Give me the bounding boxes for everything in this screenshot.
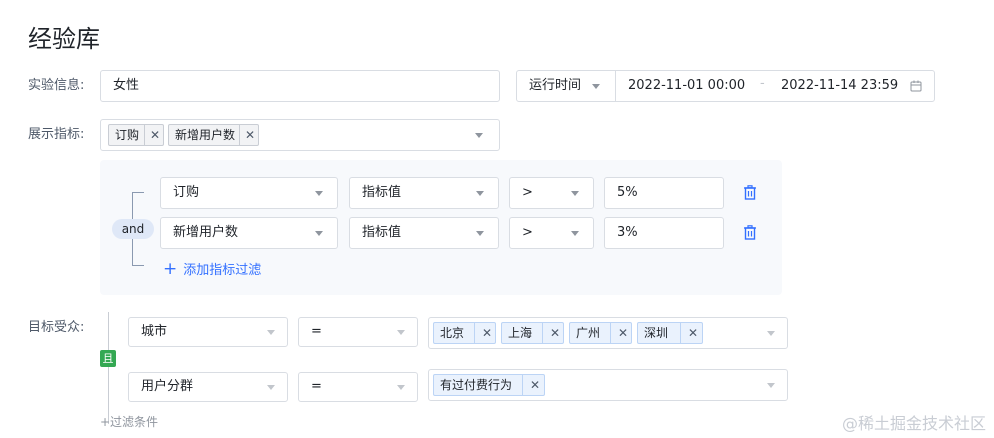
watermark: @稀土掘金技术社区 [841,414,986,433]
filter-type-select[interactable]: 指标值 [349,217,499,249]
audience-tag: 深圳 ✕ [637,322,703,344]
calendar-icon[interactable] [910,80,922,92]
chevron-down-icon [767,331,775,336]
close-icon[interactable]: ✕ [150,125,160,145]
chevron-down-icon [476,231,484,236]
chevron-down-icon [397,385,405,390]
plus-icon: + [163,259,178,279]
audience-tag: 上海 ✕ [501,322,564,344]
audience-field-select[interactable]: 用户分群 [128,372,288,402]
filter-metric-select[interactable]: 新增用户数 [160,217,338,249]
add-metric-filter-button[interactable]: + 添加指标过滤 [163,259,261,281]
metric-tag: 新增用户数 ✕ [168,124,259,146]
close-icon[interactable]: ✕ [530,375,540,395]
filter-operator-select[interactable]: > [509,177,594,209]
audience-tag: 广州 ✕ [569,322,632,344]
filter-operator-select[interactable]: > [509,217,594,249]
filter-value-input[interactable]: 5% [604,177,724,209]
chevron-down-icon [571,191,579,196]
audience-logic-line [108,312,109,424]
filter-value-input[interactable]: 3% [604,217,724,249]
close-icon[interactable]: ✕ [550,323,560,343]
add-condition-button[interactable]: +过滤条件 [100,413,158,431]
trash-icon[interactable] [743,225,757,240]
experiment-name-value: 女性 [113,78,140,93]
metric-tag: 订购 ✕ [108,124,164,146]
page-title: 经验库 [28,25,100,53]
chevron-down-icon [571,231,579,236]
metrics-label: 展示指标: [28,127,85,142]
chevron-down-icon [767,383,775,388]
and-logic-badge[interactable]: 且 [100,350,116,367]
close-icon[interactable]: ✕ [688,323,698,343]
time-type-select[interactable]: 运行时间 [517,71,616,101]
chevron-down-icon [267,385,275,390]
start-date[interactable]: 2022-11-01 00:00 [628,76,745,96]
close-icon[interactable]: ✕ [618,323,628,343]
audience-operator-select[interactable]: = [298,317,418,347]
chevron-down-icon [592,84,600,89]
time-type-value: 运行时间 [529,78,582,93]
and-logic-toggle[interactable]: and [112,219,154,239]
chevron-down-icon [315,191,323,196]
close-icon[interactable]: ✕ [482,323,492,343]
experiment-info-label: 实验信息: [28,78,85,93]
end-date[interactable]: 2022-11-14 23:59 [781,76,898,96]
chevron-down-icon [397,330,405,335]
audience-label: 目标受众: [28,320,85,335]
audience-operator-select[interactable]: = [298,372,418,402]
close-icon[interactable]: ✕ [245,125,255,145]
trash-icon[interactable] [743,185,757,200]
chevron-down-icon [475,133,483,138]
time-range-group: 运行时间 2022-11-01 00:00 - 2022-11-14 23:59 [516,70,935,102]
filter-type-select[interactable]: 指标值 [349,177,499,209]
audience-field-select[interactable]: 城市 [128,317,288,347]
audience-value-select[interactable]: 北京 ✕ 上海 ✕ 广州 ✕ 深圳 ✕ [428,317,788,349]
chevron-down-icon [267,330,275,335]
metrics-select[interactable]: 订购 ✕ 新增用户数 ✕ [100,119,500,151]
chevron-down-icon [315,231,323,236]
audience-tag: 北京 ✕ [433,322,496,344]
filter-metric-select[interactable]: 订购 [160,177,338,209]
audience-value-select[interactable]: 有过付费行为 ✕ [428,369,788,401]
date-separator: - [760,76,765,91]
chevron-down-icon [476,191,484,196]
experiment-name-input[interactable]: 女性 [100,70,500,102]
audience-tag: 有过付费行为 ✕ [433,374,545,396]
